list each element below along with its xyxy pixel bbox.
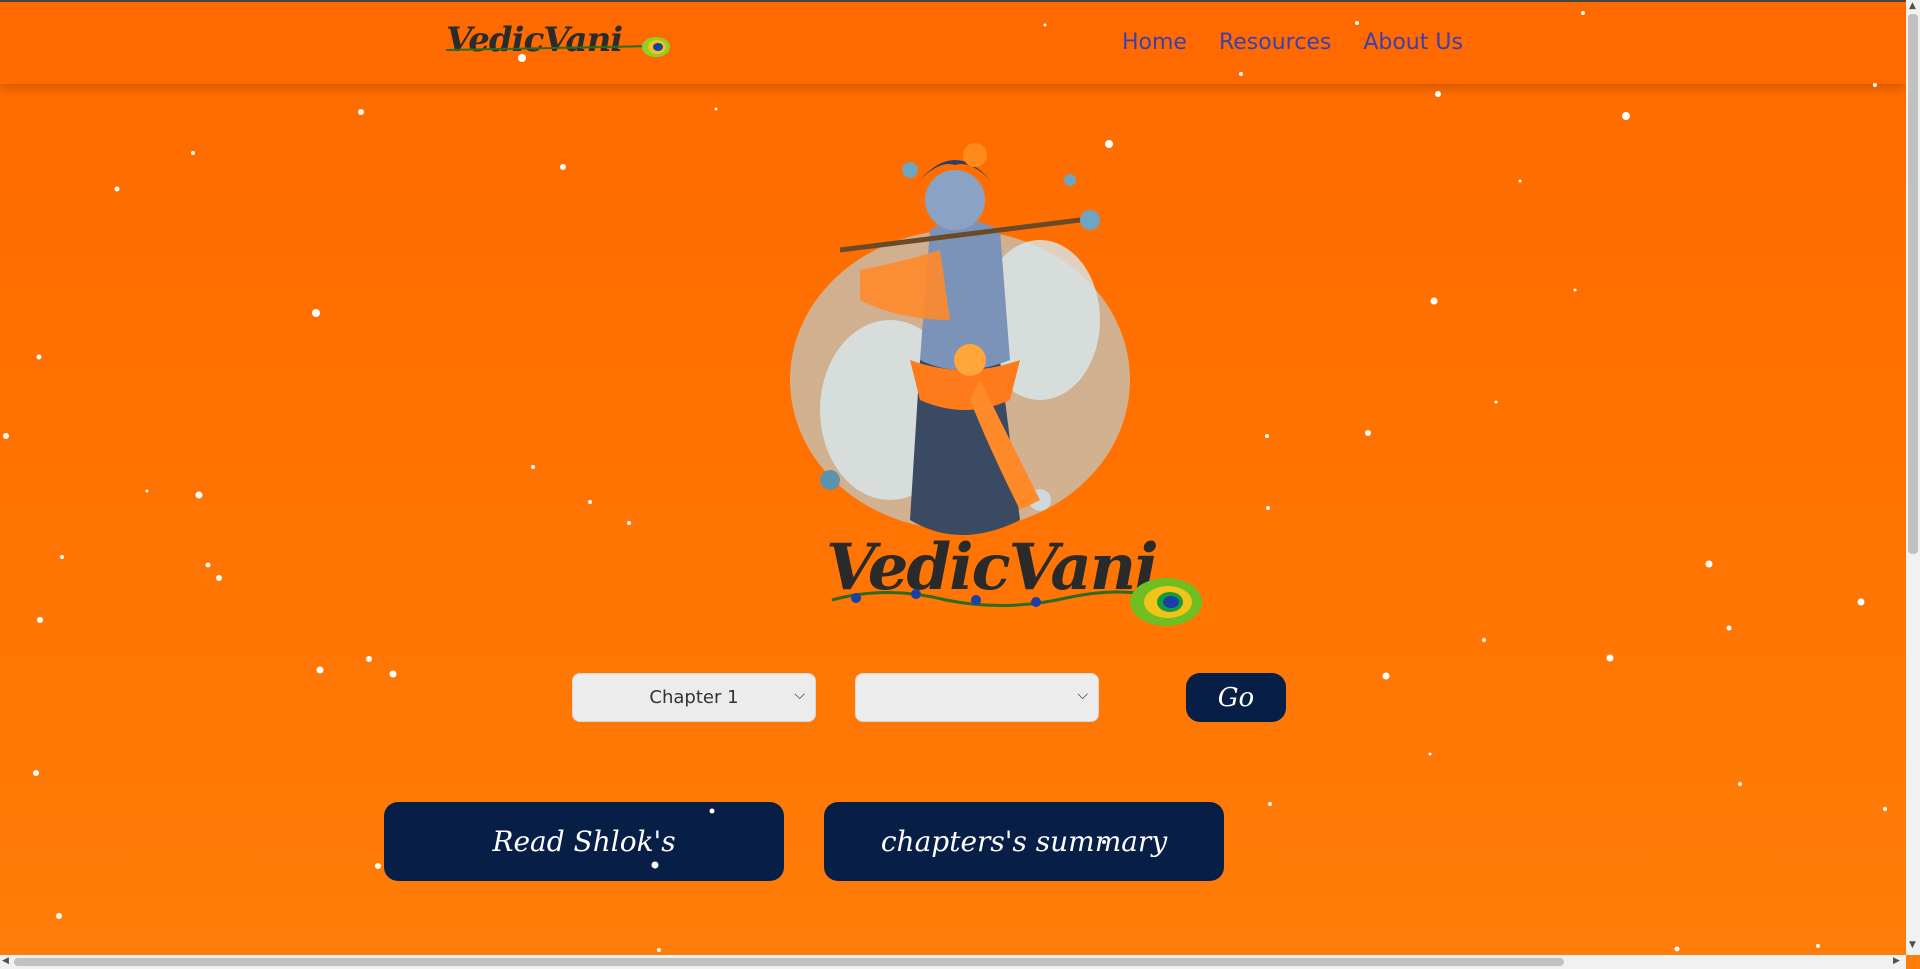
peacock-feather-icon	[831, 578, 1202, 626]
go-button[interactable]: Go	[1186, 673, 1286, 722]
chevron-down-icon: ⌵	[794, 687, 805, 703]
scroll-right-arrow-icon[interactable]: ▶	[1893, 956, 1900, 966]
chapter-select[interactable]: Chapter 1 ⌵	[572, 673, 816, 722]
nav-links: Home Resources About Us	[1122, 30, 1463, 55]
scroll-left-arrow-icon[interactable]: ◀	[2, 956, 9, 966]
horizontal-scroll-thumb[interactable]	[14, 958, 1564, 966]
krishna-illustration	[790, 143, 1130, 535]
nav-link-about-us[interactable]: About Us	[1363, 30, 1463, 55]
nav-link-resources[interactable]: Resources	[1219, 30, 1331, 55]
vertical-scroll-thumb[interactable]	[1908, 14, 1918, 554]
scroll-up-arrow-icon[interactable]: ▲	[1909, 1, 1916, 11]
peacock-feather-icon	[446, 37, 670, 57]
nav-logo[interactable]: VedicVani	[446, 20, 686, 70]
hero-logo: VedicVani	[826, 530, 1226, 640]
chevron-down-icon: ⌵	[1077, 687, 1088, 703]
nav-link-home[interactable]: Home	[1122, 30, 1187, 55]
scroll-down-arrow-icon[interactable]: ▼	[1909, 940, 1916, 950]
top-navbar: VedicVani Home Resources About Us	[0, 0, 1906, 84]
vertical-scrollbar[interactable]: ▲ ▼	[1906, 0, 1920, 955]
chapter-select-value: Chapter 1	[649, 687, 739, 708]
chapters-summary-button[interactable]: chapters's summary	[824, 802, 1224, 881]
verse-select[interactable]: ⌵	[855, 673, 1099, 722]
read-shloks-button[interactable]: Read Shlok's	[384, 802, 784, 881]
horizontal-scrollbar[interactable]: ◀ ▶	[0, 955, 1906, 969]
